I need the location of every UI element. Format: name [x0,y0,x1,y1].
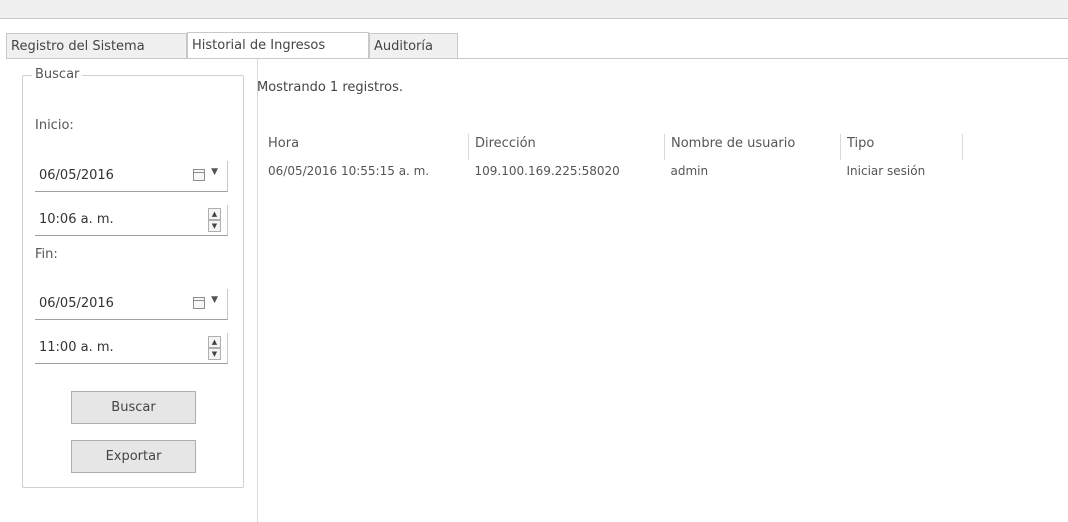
calendar-icon[interactable] [193,297,205,309]
table-row[interactable]: 06/05/2016 10:55:15 a. m. 109.100.169.22… [262,160,963,182]
start-time-picker[interactable]: 10:06 a. m. ▲ ▼ [35,205,228,236]
chevron-down-icon[interactable]: ▼ [211,167,218,177]
cell-direccion: 109.100.169.225:58020 [474,164,620,178]
column-header-direccion[interactable]: Dirección [468,134,665,160]
table-header-row: Hora Dirección Nombre de usuario Tipo [262,134,963,160]
end-time-spinner[interactable]: ▲ ▼ [208,336,221,360]
end-time-value: 11:00 a. m. [39,340,114,355]
start-date-picker[interactable]: 06/05/2016 ▼ [35,161,228,192]
column-header-tipo[interactable]: Tipo [840,134,963,160]
spin-down-icon[interactable]: ▼ [208,348,221,360]
end-label: Fin: [35,247,58,262]
search-button[interactable]: Buscar [71,391,196,424]
calendar-icon[interactable] [193,169,205,181]
start-date-value: 06/05/2016 [39,168,114,183]
start-label: Inicio: [35,118,74,133]
window-top-strip [0,0,1068,19]
spin-up-icon[interactable]: ▲ [208,336,221,348]
search-group: Buscar Inicio: 06/05/2016 ▼ 10:06 a. m. … [22,67,244,488]
search-panel: Buscar Inicio: 06/05/2016 ▼ 10:06 a. m. … [6,59,258,522]
cell-tipo: Iniciar sesión [846,164,926,178]
spin-down-icon[interactable]: ▼ [208,220,221,232]
tab-login-history[interactable]: Historial de Ingresos [187,32,369,59]
results-status: Mostrando 1 registros. [257,80,404,95]
cell-usuario: admin [670,164,709,178]
end-date-picker[interactable]: 06/05/2016 ▼ [35,289,228,320]
tab-audit[interactable]: Auditoría [369,33,458,58]
tab-system-log[interactable]: Registro del Sistema [6,33,187,58]
column-header-hora[interactable]: Hora [262,134,469,160]
start-time-value: 10:06 a. m. [39,212,114,227]
column-header-usuario[interactable]: Nombre de usuario [664,134,841,160]
export-button[interactable]: Exportar [71,440,196,473]
cell-hora: 06/05/2016 10:55:15 a. m. [268,164,430,178]
start-time-spinner[interactable]: ▲ ▼ [208,208,221,232]
end-time-picker[interactable]: 11:00 a. m. ▲ ▼ [35,333,228,364]
results-table: Hora Dirección Nombre de usuario Tipo 06… [262,134,963,182]
spin-up-icon[interactable]: ▲ [208,208,221,220]
end-date-value: 06/05/2016 [39,296,114,311]
search-group-title: Buscar [32,67,83,82]
chevron-down-icon[interactable]: ▼ [211,295,218,305]
